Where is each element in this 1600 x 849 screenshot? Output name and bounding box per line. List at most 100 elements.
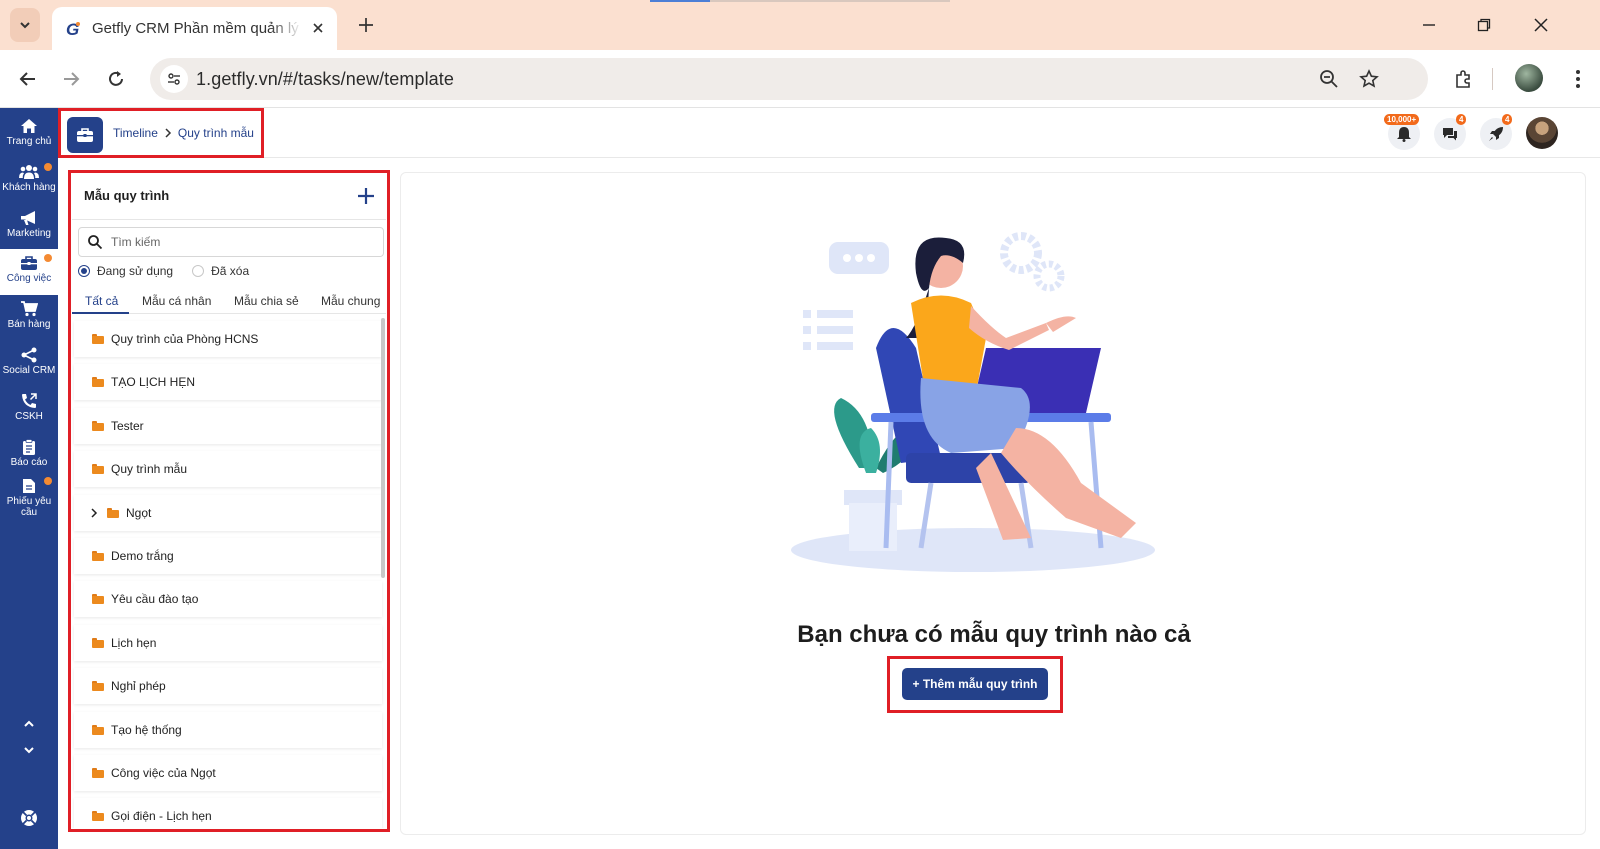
add-template-button[interactable] (356, 186, 376, 206)
panel-title: Mẫu quy trình (84, 188, 170, 203)
list-item-label: Gọi điện - Lịch hẹn (111, 809, 212, 824)
browser-tab-bar: G Getfly CRM Phần mềm quản lý (0, 0, 1600, 50)
restore-button[interactable] (1471, 12, 1497, 38)
list-item[interactable]: Tạo hệ thống (72, 708, 386, 751)
notifications-button[interactable]: 10,000+ (1384, 114, 1420, 150)
browser-menu-button[interactable] (1565, 66, 1591, 92)
radio-deleted-label[interactable]: Đã xóa (211, 264, 249, 278)
list-item-label: Quy trình của Phòng HCNS (111, 332, 259, 346)
sidebar-scroll-up[interactable] (19, 714, 39, 734)
notification-dot (44, 254, 52, 262)
sidebar-item-label: Bán hàng (7, 319, 51, 330)
chevron-up-icon (24, 720, 34, 727)
arrow-right-icon (64, 72, 80, 86)
tab-search-button[interactable] (10, 8, 40, 42)
chevron-right-icon[interactable] (90, 508, 100, 518)
list-item[interactable]: Lịch hẹn (72, 621, 386, 664)
plus-icon (359, 18, 373, 32)
chat-button[interactable]: 4 (1434, 114, 1467, 150)
new-tab-button[interactable] (355, 14, 377, 36)
panel-scrollbar[interactable] (381, 318, 385, 578)
site-info-button[interactable] (160, 65, 188, 93)
list-item[interactable]: Yêu cầu đào tạo (72, 577, 386, 620)
tab-common[interactable]: Mẫu chung (321, 294, 380, 308)
browser-tab[interactable]: G Getfly CRM Phần mềm quản lý (52, 7, 337, 50)
rocket-button[interactable]: 4 (1480, 114, 1513, 150)
tab-shared[interactable]: Mẫu chia sẻ (234, 294, 299, 308)
share-icon (21, 347, 37, 363)
template-list: Quy trình của Phòng HCNS TẠO LỊCH HẸN Te… (72, 317, 386, 828)
sidebar-item-customers[interactable]: Khách hàng (0, 158, 58, 204)
reload-button[interactable] (103, 66, 129, 92)
list-item[interactable]: TẠO LỊCH HẸN (72, 360, 386, 403)
minimize-button[interactable] (1416, 12, 1442, 38)
forward-button[interactable] (58, 66, 84, 92)
sidebar-item-social-crm[interactable]: Social CRM (0, 341, 58, 387)
close-window-button[interactable] (1528, 12, 1554, 38)
chat-icon (1443, 128, 1457, 141)
tab-close-icon[interactable] (309, 19, 327, 37)
list-item-label: Yêu cầu đào tạo (111, 592, 199, 607)
tab-personal[interactable]: Mẫu cá nhân (142, 294, 211, 308)
profile-avatar[interactable] (1515, 64, 1543, 92)
puzzle-icon (1456, 70, 1470, 88)
list-item[interactable]: Tester (72, 404, 386, 447)
breadcrumb-timeline[interactable]: Timeline (113, 126, 158, 140)
search-input[interactable] (111, 233, 371, 251)
sidebar-scroll-down[interactable] (19, 740, 39, 760)
folder-icon (92, 334, 104, 344)
plus-icon (358, 188, 374, 204)
breadcrumb: Timeline Quy trình mẫu (113, 126, 254, 140)
user-avatar[interactable] (1526, 117, 1558, 149)
list-item-label: Công việc của Ngọt (111, 765, 216, 780)
back-button[interactable] (15, 66, 41, 92)
sidebar-item-label: CSKH (15, 411, 43, 422)
extensions-button[interactable] (1450, 66, 1476, 92)
notification-dot (44, 477, 52, 485)
address-bar[interactable]: 1.getfly.vn/#/tasks/new/template (150, 58, 1428, 100)
users-icon (19, 165, 39, 179)
breadcrumb-highlight: Timeline Quy trình mẫu (58, 108, 264, 158)
radio-active-label[interactable]: Đang sử dụng (97, 264, 173, 278)
add-template-button[interactable]: + Thêm mẫu quy trình (902, 668, 1048, 700)
sidebar-item-label: Trang chủ (6, 136, 52, 147)
list-item[interactable]: Quy trình mẫu (72, 447, 386, 490)
folder-icon (92, 594, 104, 605)
folder-icon (92, 811, 104, 822)
zoom-icon[interactable] (1318, 68, 1340, 90)
list-item[interactable]: Ngọt (72, 491, 386, 534)
sidebar-item-sales[interactable]: Bán hàng (0, 295, 58, 341)
radio-active[interactable] (78, 265, 90, 277)
list-item-label: Lịch hẹn (111, 635, 157, 650)
folder-icon (92, 681, 104, 692)
briefcase-icon (21, 256, 37, 270)
list-item-label: Tester (111, 418, 144, 433)
reload-icon (109, 71, 123, 86)
sidebar-item-home[interactable]: Trang chủ (0, 112, 58, 158)
app-header: Timeline Quy trình mẫu 10,000+ 4 4 (58, 108, 1600, 158)
search-box[interactable] (78, 227, 384, 257)
list-item[interactable]: Demo trắng (72, 534, 386, 577)
radio-deleted[interactable] (192, 265, 205, 277)
list-item[interactable]: Quy trình của Phòng HCNS (72, 317, 386, 360)
sidebar-item-requests[interactable]: Phiếu yêu cầu (0, 472, 58, 532)
sidebar-item-label: Social CRM (2, 365, 56, 376)
support-button[interactable] (19, 808, 39, 828)
sidebar-item-marketing[interactable]: Marketing (0, 204, 58, 250)
sidebar-item-cskh[interactable]: CSKH (0, 387, 58, 433)
lifebuoy-icon (21, 810, 37, 826)
list-item[interactable]: Công việc của Ngọt (72, 751, 386, 794)
folder-icon (92, 464, 104, 475)
filter-radio-group: Đang sử dụng Đã xóa (78, 264, 249, 278)
list-item[interactable]: Gọi điện - Lịch hẹn (72, 794, 386, 828)
module-icon[interactable] (67, 117, 103, 153)
notification-badge: 10,000+ (1384, 114, 1420, 125)
tab-all[interactable]: Tất cả (85, 294, 118, 308)
url-text[interactable]: 1.getfly.vn/#/tasks/new/template (196, 69, 454, 90)
phone-icon (22, 393, 37, 408)
sidebar-item-tasks[interactable]: Công việc (0, 249, 58, 295)
tab-title: Getfly CRM Phần mềm quản lý (92, 20, 299, 37)
list-item[interactable]: Nghỉ phép (72, 664, 386, 707)
bookmark-star-icon[interactable] (1358, 68, 1380, 90)
list-item-label: Quy trình mẫu (111, 462, 188, 477)
